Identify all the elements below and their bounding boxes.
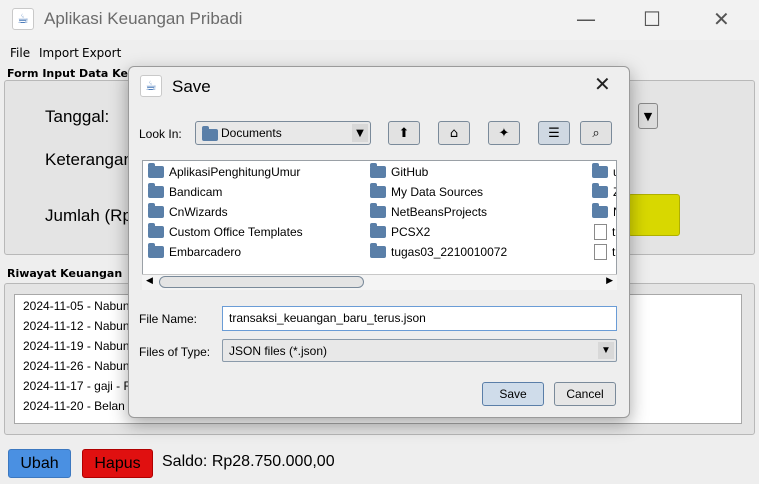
menu-bar: File Import Export bbox=[0, 44, 759, 64]
folder-icon bbox=[148, 203, 164, 218]
list-item[interactable]: Custom Office Templates bbox=[148, 223, 303, 239]
folder-icon bbox=[592, 203, 608, 218]
list-item[interactable]: PCSX2 bbox=[370, 223, 430, 239]
details-view-button[interactable]: ⌕ bbox=[580, 121, 612, 145]
menu-import[interactable]: Import bbox=[39, 46, 79, 60]
history-panel-title: Riwayat Keuangan bbox=[7, 267, 123, 280]
files-of-type-combo[interactable]: JSON files (*.json) ▼ bbox=[222, 339, 617, 362]
folder-icon bbox=[370, 243, 386, 258]
keterangan-label: Keterangan bbox=[45, 150, 133, 169]
look-in-combo[interactable]: Documents ▼ bbox=[195, 121, 371, 145]
menu-export[interactable]: Export bbox=[82, 46, 121, 60]
list-item[interactable]: N bbox=[592, 203, 616, 219]
date-combo-arrow[interactable]: ▼ bbox=[638, 103, 658, 129]
file-icon bbox=[594, 244, 607, 260]
list-item[interactable]: NetBeansProjects bbox=[370, 203, 487, 219]
list-item[interactable]: My Data Sources bbox=[370, 183, 483, 199]
list-item[interactable]: tr bbox=[594, 224, 616, 240]
history-row[interactable]: 2024-11-26 - Nabun bbox=[23, 359, 130, 373]
files-of-type-value: JSON files (*.json) bbox=[229, 344, 328, 358]
java-dialog-icon: ☕ bbox=[140, 75, 162, 97]
dialog-title: Save bbox=[172, 77, 211, 96]
cancel-button[interactable]: Cancel bbox=[554, 382, 616, 406]
list-item[interactable]: u bbox=[592, 163, 616, 179]
list-item[interactable]: tugas03_2210010072 bbox=[370, 243, 507, 259]
list-view-button[interactable]: ☰ bbox=[538, 121, 570, 145]
minimize-button[interactable]: — bbox=[576, 9, 596, 29]
list-item[interactable]: Embarcadero bbox=[148, 243, 241, 259]
files-of-type-label: Files of Type: bbox=[139, 345, 211, 359]
home-button[interactable]: ⌂ bbox=[438, 121, 470, 145]
scrollbar-thumb[interactable] bbox=[159, 276, 364, 288]
close-window-button[interactable]: ✕ bbox=[713, 9, 730, 29]
window-title: Aplikasi Keuangan Pribadi bbox=[44, 9, 243, 28]
folder-icon bbox=[148, 243, 164, 258]
list-item[interactable]: GitHub bbox=[370, 163, 428, 179]
maximize-button[interactable]: ☐ bbox=[643, 9, 661, 29]
folder-icon bbox=[370, 223, 386, 238]
file-name-label: File Name: bbox=[139, 312, 198, 326]
dialog-close-button[interactable]: ✕ bbox=[594, 74, 611, 94]
look-in-value: Documents bbox=[221, 126, 282, 140]
save-button[interactable]: Save bbox=[482, 382, 544, 406]
folder-icon bbox=[148, 183, 164, 198]
look-in-label: Look In: bbox=[139, 127, 182, 141]
java-app-icon: ☕ bbox=[12, 8, 34, 30]
tanggal-label: Tanggal: bbox=[45, 107, 110, 126]
new-folder-icon: ✦ bbox=[498, 125, 510, 141]
home-icon: ⌂ bbox=[449, 125, 459, 141]
list-view-icon: ☰ bbox=[548, 125, 560, 141]
folder-icon bbox=[592, 183, 608, 198]
history-row[interactable]: 2024-11-12 - Nabun bbox=[23, 319, 130, 333]
file-list[interactable]: AplikasiPenghitungUmur Bandicam CnWizard… bbox=[142, 160, 617, 290]
history-row[interactable]: 2024-11-19 - Nabun bbox=[23, 339, 130, 353]
history-row[interactable]: 2024-11-20 - Belan bbox=[23, 399, 125, 413]
history-row[interactable]: 2024-11-17 - gaji - F bbox=[23, 379, 131, 393]
file-icon bbox=[594, 224, 607, 240]
list-item[interactable]: CnWizards bbox=[148, 203, 228, 219]
new-folder-button[interactable]: ✦ bbox=[488, 121, 520, 145]
list-item[interactable]: AplikasiPenghitungUmur bbox=[148, 163, 300, 179]
details-view-icon: ⌕ bbox=[592, 125, 600, 141]
saldo-label: Saldo: Rp28.750.000,00 bbox=[162, 453, 335, 470]
jumlah-label: Jumlah (Rp bbox=[45, 206, 132, 225]
chevron-down-icon: ▼ bbox=[598, 342, 614, 359]
hapus-button[interactable]: Hapus bbox=[82, 449, 153, 478]
up-folder-button[interactable]: ⬆ bbox=[388, 121, 420, 145]
folder-icon bbox=[370, 203, 386, 218]
ubah-button[interactable]: Ubah bbox=[8, 449, 71, 478]
list-item[interactable]: Z bbox=[592, 183, 616, 199]
folder-icon bbox=[592, 163, 608, 178]
file-name-input[interactable]: transaksi_keuangan_baru_terus.json bbox=[222, 306, 617, 331]
form-panel-title: Form Input Data Keua bbox=[7, 67, 144, 80]
scroll-left-icon[interactable]: ◀ bbox=[146, 276, 153, 286]
add-button[interactable] bbox=[628, 194, 680, 236]
folder-icon bbox=[202, 126, 218, 141]
history-row[interactable]: 2024-11-05 - Nabun bbox=[23, 299, 130, 313]
chevron-down-icon: ▼ bbox=[352, 124, 368, 142]
folder-icon bbox=[370, 183, 386, 198]
list-item[interactable]: tr bbox=[594, 244, 616, 260]
list-item[interactable]: Bandicam bbox=[148, 183, 222, 199]
up-folder-icon: ⬆ bbox=[398, 125, 410, 141]
folder-icon bbox=[148, 163, 164, 178]
menu-file[interactable]: File bbox=[10, 46, 30, 60]
scroll-right-icon[interactable]: ▶ bbox=[606, 276, 613, 286]
folder-icon bbox=[148, 223, 164, 238]
folder-icon bbox=[370, 163, 386, 178]
